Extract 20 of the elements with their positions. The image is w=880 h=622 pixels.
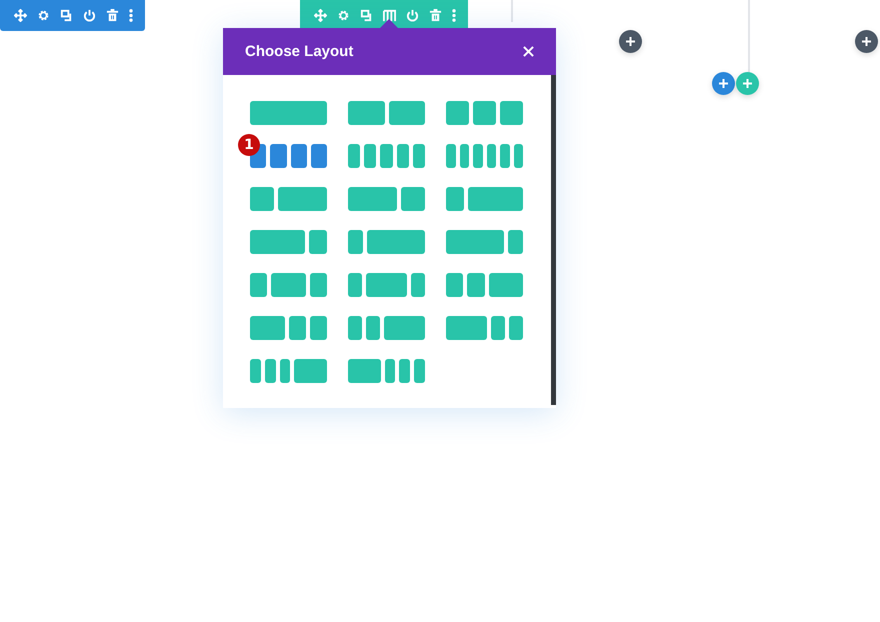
duplicate-icon[interactable]	[360, 9, 373, 22]
scrollbar[interactable]	[551, 75, 556, 405]
add-button[interactable]	[619, 30, 642, 53]
trash-icon[interactable]	[429, 9, 442, 22]
move-icon[interactable]	[314, 9, 327, 22]
trash-icon[interactable]	[106, 9, 119, 22]
power-icon[interactable]	[406, 9, 419, 22]
move-icon[interactable]	[14, 9, 27, 22]
more-icon[interactable]	[452, 9, 456, 22]
close-icon[interactable]	[523, 46, 534, 57]
power-icon[interactable]	[83, 9, 96, 22]
more-icon[interactable]	[129, 9, 133, 22]
step-badge: 1	[238, 134, 260, 156]
modal-title: Choose Layout	[245, 43, 354, 60]
add-button[interactable]	[712, 72, 735, 95]
columns-icon[interactable]	[383, 9, 396, 22]
settings-icon[interactable]	[337, 9, 350, 22]
add-button[interactable]	[855, 30, 878, 53]
settings-icon[interactable]	[37, 9, 50, 22]
duplicate-icon[interactable]	[60, 9, 73, 22]
